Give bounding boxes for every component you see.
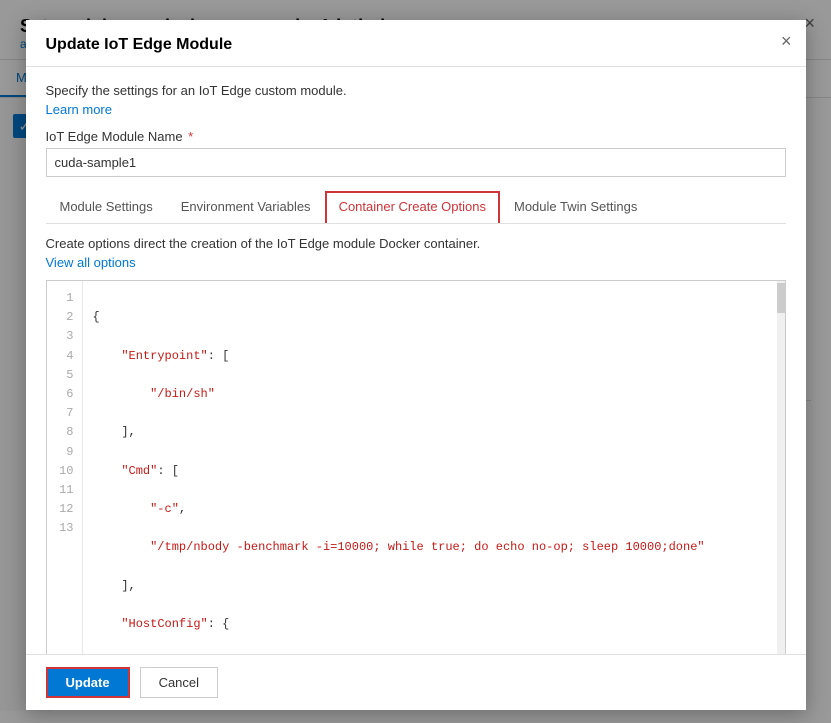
line-num-1: 1: [57, 289, 74, 308]
code-line-9: "HostConfig": {: [93, 615, 775, 634]
line-num-12: 12: [57, 500, 74, 519]
tab-module-settings[interactable]: Module Settings: [46, 191, 167, 224]
modal-footer: Update Cancel: [26, 654, 806, 710]
modal-description: Specify the settings for an IoT Edge cus…: [46, 83, 786, 98]
tab-module-twin-settings[interactable]: Module Twin Settings: [500, 191, 651, 224]
code-line-4: ],: [93, 423, 775, 442]
code-line-6: "-c",: [93, 500, 775, 519]
container-create-options-content: Create options direct the creation of th…: [46, 236, 786, 654]
required-indicator: *: [185, 129, 194, 144]
scrollbar-track: [777, 281, 785, 654]
line-num-3: 3: [57, 327, 74, 346]
line-numbers: 1 2 3 4 5 6 7 8 9 10 11 12 13: [47, 281, 83, 654]
code-content: { "Entrypoint": [ "/bin/sh" ], "Cmd": [ …: [83, 281, 785, 654]
code-line-5: "Cmd": [: [93, 462, 775, 481]
cancel-button[interactable]: Cancel: [140, 667, 218, 698]
modal-title: Update IoT Edge Module: [46, 36, 786, 54]
modal-header: Update IoT Edge Module ×: [26, 20, 806, 67]
line-num-8: 8: [57, 423, 74, 442]
code-line-2: "Entrypoint": [: [93, 347, 775, 366]
tab-environment-variables[interactable]: Environment Variables: [167, 191, 325, 224]
tab-container-create-options[interactable]: Container Create Options: [325, 191, 500, 223]
code-editor-inner: 1 2 3 4 5 6 7 8 9 10 11 12 13: [47, 281, 785, 654]
line-num-11: 11: [57, 481, 74, 500]
code-line-3: "/bin/sh": [93, 385, 775, 404]
line-num-13: 13: [57, 519, 74, 538]
update-iot-module-modal: Update IoT Edge Module × Specify the set…: [26, 20, 806, 710]
line-num-9: 9: [57, 443, 74, 462]
scrollbar-thumb[interactable]: [777, 283, 785, 313]
line-num-4: 4: [57, 347, 74, 366]
line-num-6: 6: [57, 385, 74, 404]
modal-body: Specify the settings for an IoT Edge cus…: [26, 67, 806, 654]
modal-close-button[interactable]: ×: [781, 32, 792, 50]
code-editor[interactable]: 1 2 3 4 5 6 7 8 9 10 11 12 13: [46, 280, 786, 654]
module-tabs: Module Settings Environment Variables Co…: [46, 191, 786, 224]
code-line-1: {: [93, 308, 775, 327]
view-all-options-link[interactable]: View all options: [46, 255, 136, 270]
modal-overlay: Update IoT Edge Module × Specify the set…: [0, 0, 831, 723]
line-num-10: 10: [57, 462, 74, 481]
update-button[interactable]: Update: [46, 667, 130, 698]
line-num-7: 7: [57, 404, 74, 423]
module-name-input[interactable]: [46, 148, 786, 177]
line-num-2: 2: [57, 308, 74, 327]
line-num-5: 5: [57, 366, 74, 385]
code-line-8: ],: [93, 577, 775, 596]
code-line-7: "/tmp/nbody -benchmark -i=10000; while t…: [93, 538, 775, 557]
module-name-label: IoT Edge Module Name *: [46, 129, 786, 144]
learn-more-link[interactable]: Learn more: [46, 102, 112, 117]
tab-content-description: Create options direct the creation of th…: [46, 236, 786, 251]
